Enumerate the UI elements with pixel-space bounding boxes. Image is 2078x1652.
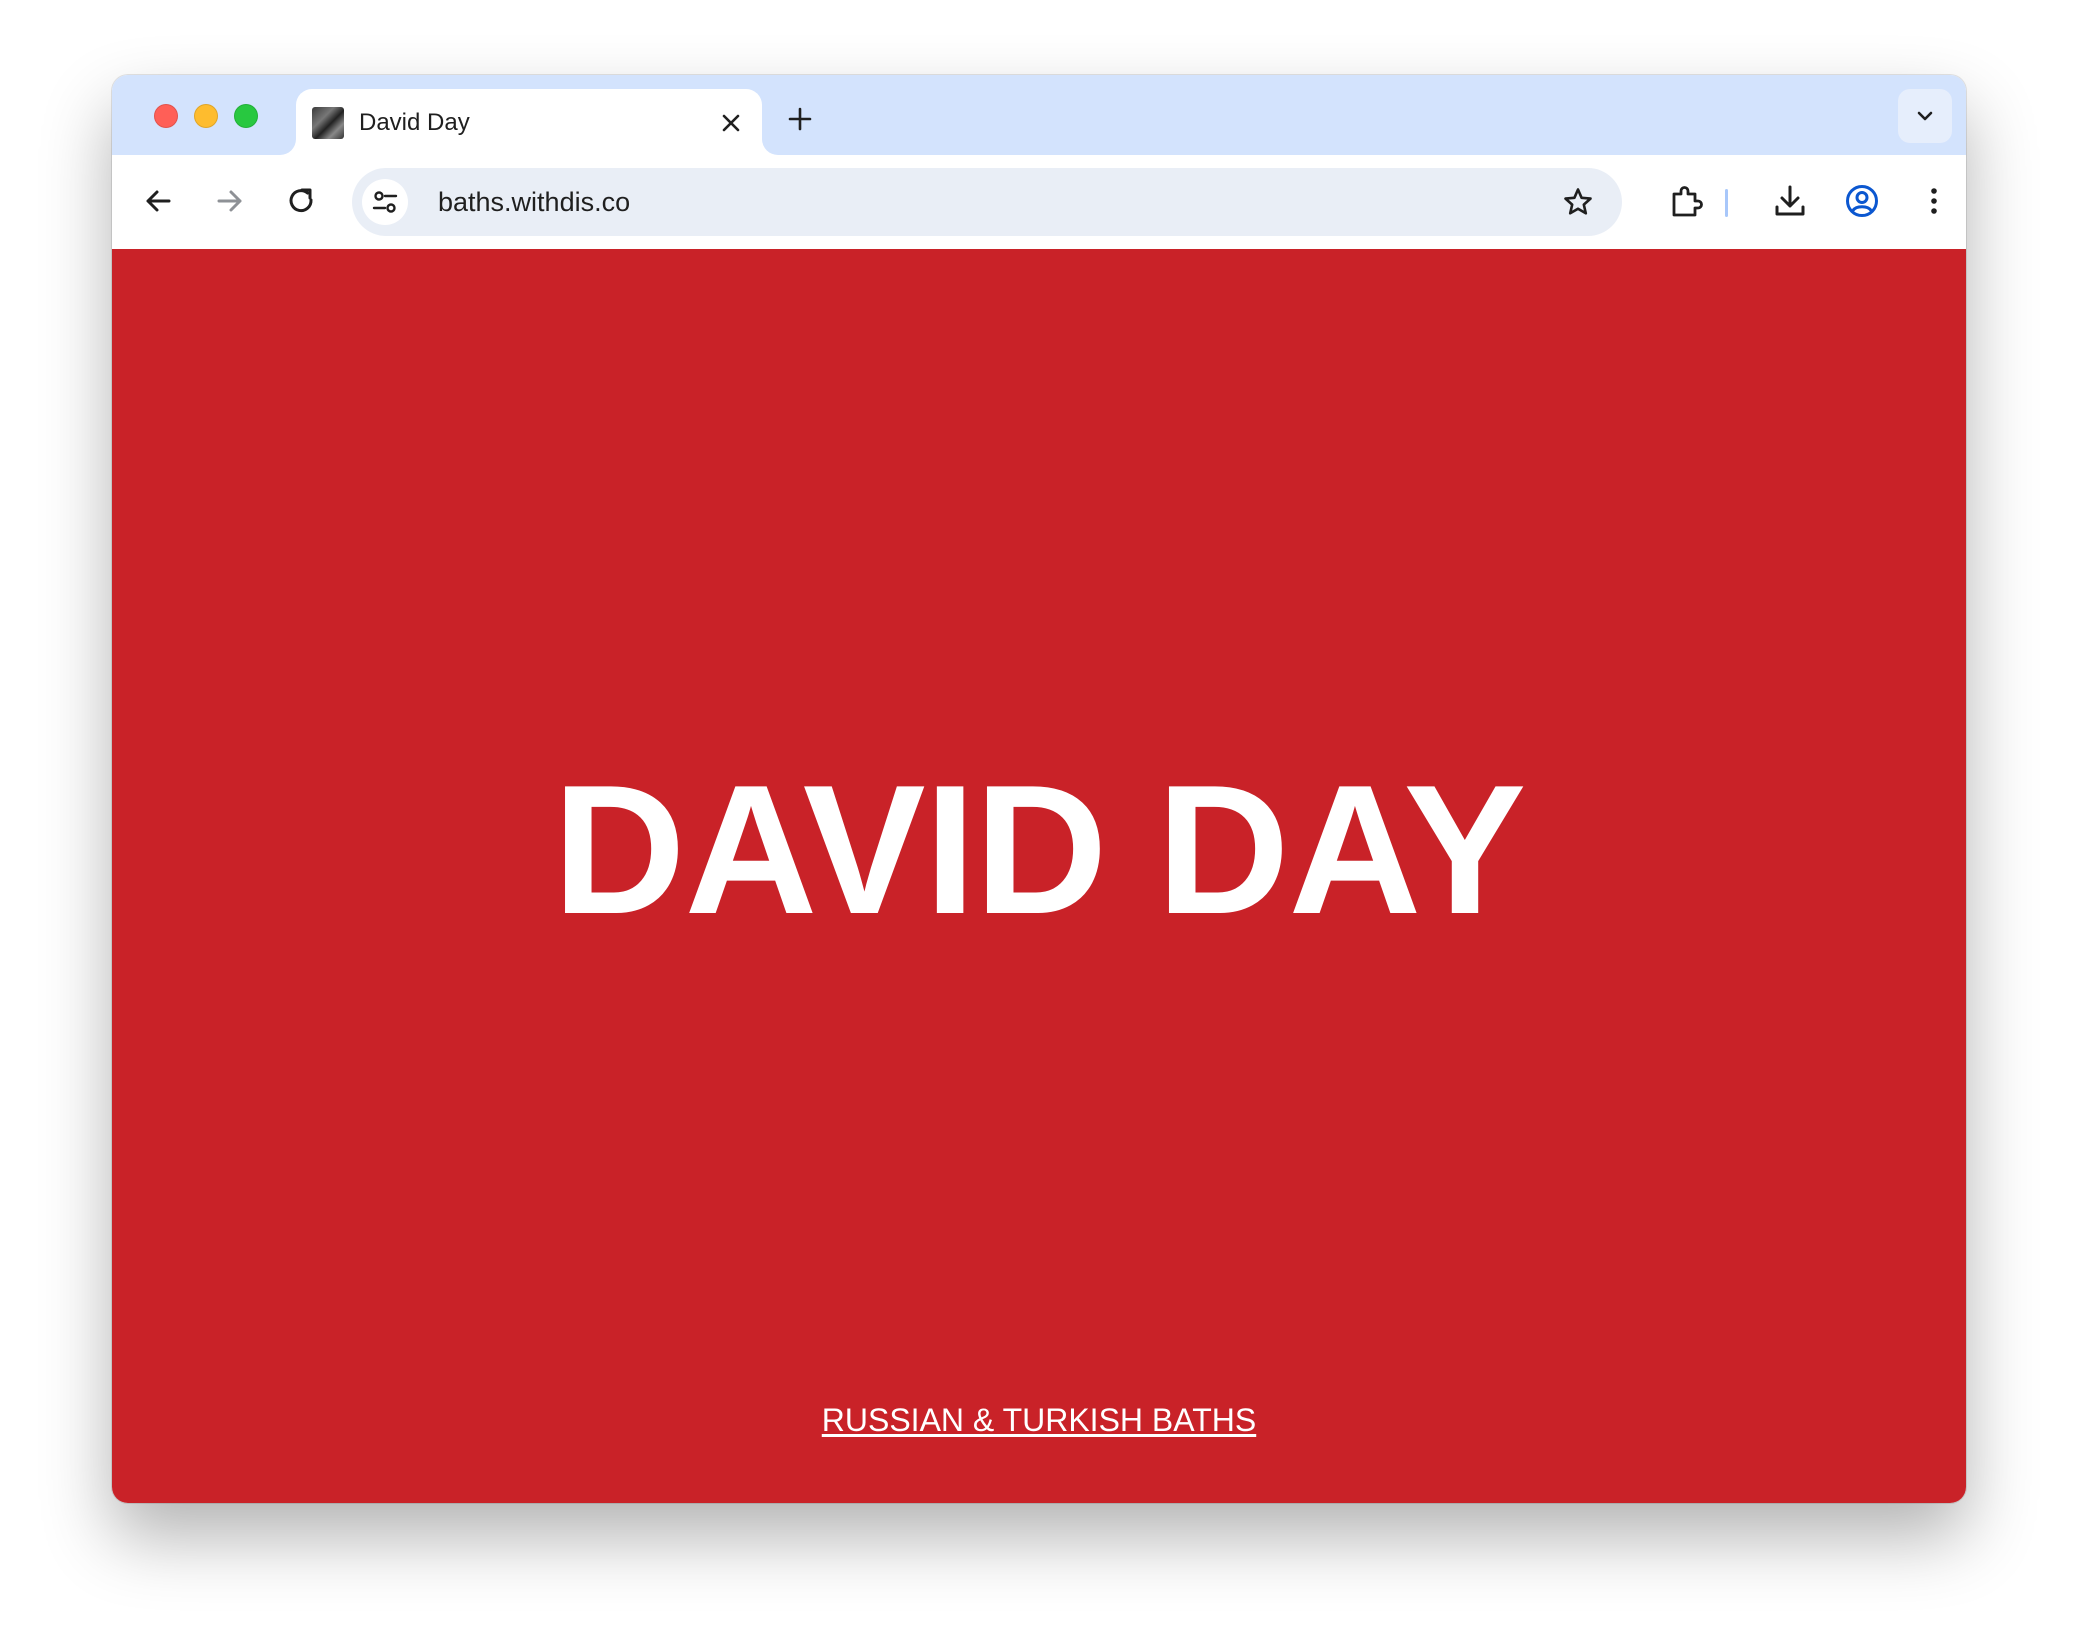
more-vert-icon <box>1931 188 1937 214</box>
star-icon <box>1564 188 1592 215</box>
tab-strip: David Day <box>112 75 1966 155</box>
new-tab-button[interactable] <box>778 97 822 141</box>
window-close-button[interactable] <box>154 104 178 128</box>
forward-button[interactable] <box>206 177 254 225</box>
profile-button[interactable] <box>1838 177 1886 225</box>
page-content: DAVID DAY RUSSIAN & TURKISH BATHS <box>112 249 1966 1503</box>
footer-link-container: RUSSIAN & TURKISH BATHS <box>112 1400 1966 1440</box>
arrow-left-icon <box>146 190 171 212</box>
bookmark-button[interactable] <box>1556 180 1600 224</box>
download-icon <box>1775 185 1805 216</box>
plus-icon <box>788 107 812 131</box>
baths-link[interactable]: RUSSIAN & TURKISH BATHS <box>822 1402 1256 1438</box>
toolbar: baths.withdis.co <box>112 155 1966 249</box>
back-button[interactable] <box>134 177 182 225</box>
menu-button[interactable] <box>1910 177 1958 225</box>
favicon <box>312 107 344 139</box>
reload-icon <box>289 188 313 213</box>
downloads-button[interactable] <box>1766 177 1814 225</box>
url-text[interactable]: baths.withdis.co <box>438 185 630 219</box>
address-bar[interactable]: baths.withdis.co <box>352 168 1622 236</box>
close-icon[interactable] <box>714 106 748 140</box>
reload-button[interactable] <box>278 177 326 225</box>
puzzle-icon <box>1672 186 1703 217</box>
chevron-down-icon <box>1917 111 1933 121</box>
extensions-button[interactable] <box>1662 177 1710 225</box>
toolbar-divider <box>1725 189 1728 217</box>
site-info-button[interactable] <box>362 179 408 225</box>
window-maximize-button[interactable] <box>234 104 258 128</box>
arrow-right-icon <box>217 190 242 212</box>
page-title: DAVID DAY <box>552 746 1527 952</box>
browser-window: David Day baths.withdis.co DAVID DAY RUS… <box>112 75 1966 1503</box>
window-minimize-button[interactable] <box>194 104 218 128</box>
tune-icon <box>372 191 398 213</box>
account-circle-icon <box>1846 185 1878 217</box>
tab-search-button[interactable] <box>1898 89 1952 143</box>
tab-title: David Day <box>359 109 470 136</box>
tab-active[interactable]: David Day <box>296 89 762 155</box>
